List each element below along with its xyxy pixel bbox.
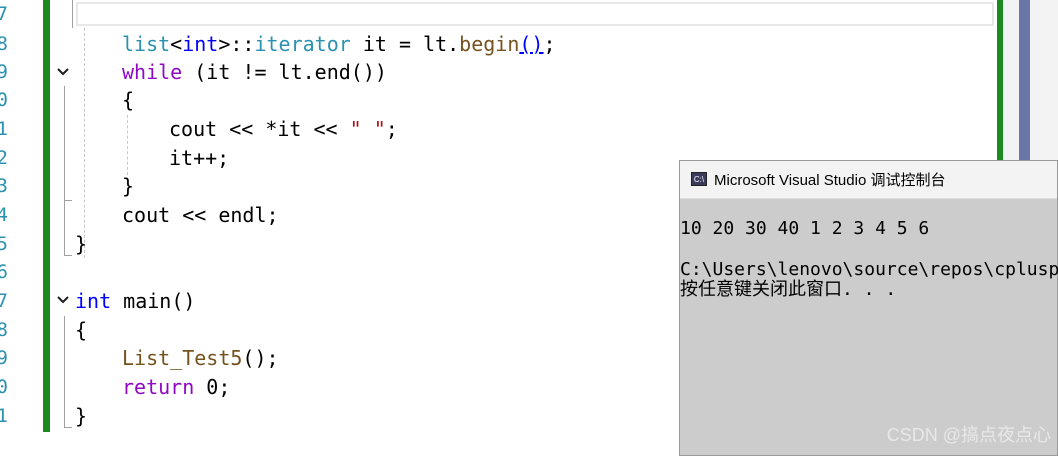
token: begin <box>459 32 520 56</box>
code-line[interactable]: List_Test5(); <box>122 344 279 372</box>
console-title-bar[interactable]: C:\ Microsoft Visual Studio 调试控制台 <box>680 161 1057 199</box>
token: < <box>170 32 183 56</box>
code-line[interactable]: cout << *it << " "; <box>169 115 398 143</box>
console-title: Microsoft Visual Studio 调试控制台 <box>714 172 946 189</box>
token: int <box>182 32 219 56</box>
line-number: 6 <box>0 261 8 283</box>
token: ; <box>385 117 398 141</box>
token: it++; <box>169 146 230 170</box>
code-line[interactable]: return 0; <box>122 373 230 401</box>
line-number: 7 <box>0 3 8 25</box>
token: } <box>122 174 135 198</box>
line-number: 1 <box>0 118 8 140</box>
token: it = lt. <box>350 32 460 56</box>
console-output-line: 10 20 30 40 1 2 3 4 5 6 <box>680 218 930 239</box>
outline-guide <box>72 0 73 28</box>
token: (); <box>242 346 279 370</box>
token: int <box>75 289 112 313</box>
code-line[interactable]: } <box>122 172 134 200</box>
indent-guide <box>84 28 85 258</box>
token: } <box>75 404 88 428</box>
code-line[interactable]: { <box>122 86 134 114</box>
console-path-line: C:\Users\lenovo\source\repos\cplusplus <box>680 259 1058 280</box>
vertical-scrollbar[interactable] <box>1003 0 1058 160</box>
token: return <box>122 375 195 399</box>
line-number: 4 <box>0 204 8 226</box>
line-number: 8 <box>0 33 8 55</box>
code-line[interactable]: while (it != lt.end()) <box>122 58 387 86</box>
watermark: CSDN @搞点夜点心 <box>886 425 1051 445</box>
collapse-chevron-icon[interactable] <box>56 65 70 79</box>
line-number: 5 <box>0 233 8 255</box>
line-number: 2 <box>0 147 8 169</box>
token: { <box>75 318 88 342</box>
code-line[interactable]: { <box>75 316 87 344</box>
line-number: 9 <box>0 61 8 83</box>
indent-guide <box>127 115 128 175</box>
token: iterator <box>254 32 351 56</box>
outline-guide-end <box>64 200 72 201</box>
code-line[interactable]: list<int>::iterator it = lt.begin(); <box>122 30 556 58</box>
code-line[interactable]: it++; <box>169 144 229 172</box>
current-line-highlight <box>76 2 994 26</box>
token: " " <box>349 117 386 141</box>
line-number: 3 <box>0 175 8 197</box>
debug-console-window[interactable]: C:\ Microsoft Visual Studio 调试控制台 10 20 … <box>679 160 1058 456</box>
line-number: 9 <box>0 347 8 369</box>
scrollbar-thumb[interactable] <box>1019 0 1030 160</box>
collapse-chevron-icon[interactable] <box>56 293 70 307</box>
console-app-icon: C:\ <box>691 172 707 186</box>
outline-guide-end <box>64 255 72 256</box>
line-number: 7 <box>0 290 8 312</box>
token: main() <box>111 289 196 313</box>
line-number: 1 <box>0 405 8 427</box>
token: () <box>519 32 544 56</box>
code-line[interactable]: } <box>75 230 87 258</box>
token: (it != lt.end()) <box>182 60 387 84</box>
code-line[interactable]: int main() <box>75 287 195 315</box>
token: >:: <box>218 32 255 56</box>
console-prompt-line: 按任意键关闭此窗口. . . <box>680 279 897 300</box>
line-number: 8 <box>0 319 8 341</box>
token: 0; <box>194 375 231 399</box>
token: ; <box>543 32 556 56</box>
token: while <box>122 60 183 84</box>
token: cout << endl; <box>122 203 279 227</box>
token: } <box>75 232 88 256</box>
token: list <box>122 32 171 56</box>
code-line[interactable]: cout << endl; <box>122 201 279 229</box>
line-number: 0 <box>0 89 8 111</box>
token: { <box>122 88 135 112</box>
change-indicator-bar <box>43 0 50 432</box>
outline-guide-end <box>64 427 72 428</box>
outline-guide <box>64 86 65 256</box>
outline-guide <box>64 316 65 428</box>
token: List_Test5 <box>122 346 243 370</box>
code-line[interactable]: } <box>75 402 87 430</box>
token: cout << *it << <box>169 117 350 141</box>
line-number: 0 <box>0 376 8 398</box>
